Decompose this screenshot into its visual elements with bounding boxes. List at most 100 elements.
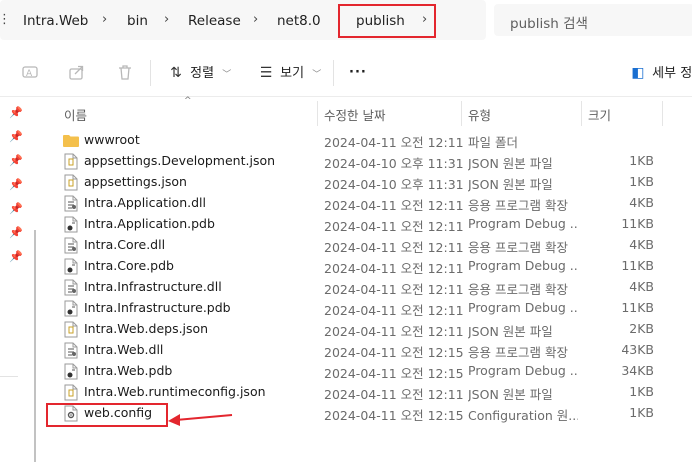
toolbar-bottom-border [0, 96, 692, 97]
file-type: Program Debug ... [468, 300, 578, 315]
search-box[interactable]: publish 검색 [494, 4, 692, 36]
pin-icon[interactable]: 📌 [9, 106, 23, 120]
file-type: JSON 원본 파일 [468, 387, 553, 402]
search-input[interactable]: publish 검색 [510, 12, 588, 32]
share-icon[interactable] [67, 63, 87, 83]
file-row[interactable]: wwwroot 2024-04-11 오전 12:11 파일 폴더 [54, 130, 692, 151]
pin-icon[interactable]: 📌 [9, 130, 23, 144]
file-date: 2024-04-11 오전 12:11 [324, 198, 464, 213]
sort-button[interactable]: ⇅ 정렬 ﹀ [166, 63, 231, 83]
dll-file-icon [64, 279, 78, 296]
file-type: 응용 프로그램 확장 [468, 345, 568, 360]
pdb-file-icon [64, 300, 78, 317]
pin-icon[interactable]: 📌 [9, 250, 23, 264]
json-file-icon [64, 153, 78, 170]
details-pane-button[interactable]: ◧ 세부 정 [628, 63, 692, 83]
file-row[interactable]: Intra.Web.deps.json 2024-04-11 오전 12:11 JS… [54, 319, 692, 340]
file-row[interactable]: Intra.Application.pdb 2024-04-11 오전 12:11… [54, 214, 692, 235]
chevron-right-icon[interactable]: › [102, 0, 107, 40]
file-type: Program Debug ... [468, 363, 578, 378]
config-file-icon [64, 405, 78, 422]
breadcrumb-overflow-icon[interactable]: ⋮ [0, 0, 11, 40]
sort-label: 정렬 [190, 66, 215, 81]
file-size: 1KB [629, 405, 654, 420]
breadcrumb-item-net8[interactable]: net8.0 [277, 0, 321, 40]
file-date: 2024-04-11 오전 12:15 [324, 345, 464, 360]
file-size: 1KB [629, 153, 654, 168]
svg-text:A: A [26, 69, 33, 79]
file-row[interactable]: appsettings.Development.json 2024-04-10 오… [54, 151, 692, 172]
column-name[interactable]: 이름 [64, 105, 87, 124]
file-row[interactable]: Intra.Web.pdb 2024-04-11 오전 12:15 Program … [54, 361, 692, 382]
file-type: Configuration 원... [468, 408, 578, 423]
red-arrow-annotation [168, 414, 233, 426]
details-pane-icon: ◧ [631, 65, 645, 81]
file-date: 2024-04-11 오전 12:15 [324, 366, 464, 381]
nav-scrollbar[interactable] [34, 230, 36, 462]
file-row[interactable]: Intra.Core.pdb 2024-04-11 오전 12:11 Program… [54, 256, 692, 277]
toolbar-divider [150, 60, 151, 86]
file-name: Intra.Core.dll [84, 237, 166, 252]
column-size[interactable]: 크기 [588, 105, 611, 124]
json-file-icon [64, 384, 78, 401]
file-date: 2024-04-11 오전 12:11 [324, 387, 464, 402]
file-type: 응용 프로그램 확장 [468, 198, 568, 213]
breadcrumb-item-publish[interactable]: publish [356, 0, 405, 40]
file-name: Intra.Web.dll [84, 342, 164, 357]
pin-icon[interactable]: 📌 [9, 226, 23, 240]
file-date: 2024-04-11 오전 12:11 [324, 261, 464, 276]
file-row[interactable]: Intra.Web.runtimeconfig.json 2024-04-11 오… [54, 382, 692, 403]
pin-icon[interactable]: 📌 [9, 202, 23, 216]
pin-icon[interactable]: 📌 [9, 154, 23, 168]
file-size: 11KB [621, 258, 654, 273]
breadcrumb-item-bin[interactable]: bin [127, 0, 148, 40]
delete-icon[interactable] [115, 63, 135, 83]
rename-icon[interactable]: A [20, 63, 40, 83]
file-name: Intra.Infrastructure.pdb [84, 300, 231, 315]
file-row[interactable]: Intra.Core.dll 2024-04-11 오전 12:11 응용 프로그램… [54, 235, 692, 256]
sort-ascending-icon: ^ [184, 96, 192, 106]
view-button[interactable]: ☰ 보기 ﹀ [256, 63, 322, 83]
file-row[interactable]: appsettings.json 2024-04-10 오후 11:31 JSON … [54, 172, 692, 193]
pdb-file-icon [64, 258, 78, 275]
file-row[interactable]: Intra.Infrastructure.pdb 2024-04-11 오전 12… [54, 298, 692, 319]
chevron-down-icon: ﹀ [222, 70, 232, 80]
chevron-right-icon[interactable]: › [422, 0, 427, 40]
file-size: 11KB [621, 300, 654, 315]
chevron-right-icon[interactable]: › [164, 0, 169, 40]
file-type: Program Debug ... [468, 258, 578, 273]
file-size: 2KB [629, 321, 654, 336]
file-date: 2024-04-10 오후 11:31 [324, 177, 464, 192]
chevron-right-icon[interactable]: › [253, 0, 258, 40]
file-name: Intra.Web.runtimeconfig.json [84, 384, 266, 399]
file-row[interactable]: Intra.Application.dll 2024-04-11 오전 12:11… [54, 193, 692, 214]
column-separator[interactable] [317, 101, 318, 126]
file-size: 11KB [621, 216, 654, 231]
more-options-button[interactable]: ··· [349, 63, 367, 83]
nav-divider [0, 376, 18, 377]
pdb-file-icon [64, 363, 78, 380]
file-name: wwwroot [84, 132, 140, 147]
chevron-down-icon: ﹀ [312, 70, 322, 80]
file-row[interactable]: Intra.Web.dll 2024-04-11 오전 12:15 응용 프로그램 … [54, 340, 692, 361]
address-bar[interactable]: ⋮ Intra.Web › bin › Release › net8.0 pub… [0, 0, 486, 40]
breadcrumb-item-intra-web[interactable]: Intra.Web [23, 0, 88, 40]
file-row[interactable]: web.config 2024-04-11 오전 12:15 Configurati… [54, 403, 692, 424]
details-pane-label: 세부 정 [652, 66, 692, 81]
file-type: 응용 프로그램 확장 [468, 240, 568, 255]
breadcrumb-item-release[interactable]: Release [188, 0, 241, 40]
file-name: appsettings.Development.json [84, 153, 276, 168]
file-row[interactable]: Intra.Infrastructure.dll 2024-04-11 오전 12… [54, 277, 692, 298]
file-name: Intra.Application.pdb [84, 216, 215, 231]
file-name: Intra.Web.deps.json [84, 321, 209, 336]
column-date[interactable]: 수정한 날짜 [324, 105, 385, 124]
column-separator[interactable] [461, 101, 462, 126]
column-separator[interactable] [581, 101, 582, 126]
column-separator[interactable] [662, 101, 663, 126]
pin-icon[interactable]: 📌 [9, 178, 23, 192]
sort-icon: ⇅ [170, 65, 182, 81]
column-type[interactable]: 유형 [468, 105, 491, 124]
file-date: 2024-04-11 오전 12:11 [324, 135, 464, 150]
view-icon: ☰ [259, 65, 273, 81]
folder-icon [62, 133, 80, 150]
